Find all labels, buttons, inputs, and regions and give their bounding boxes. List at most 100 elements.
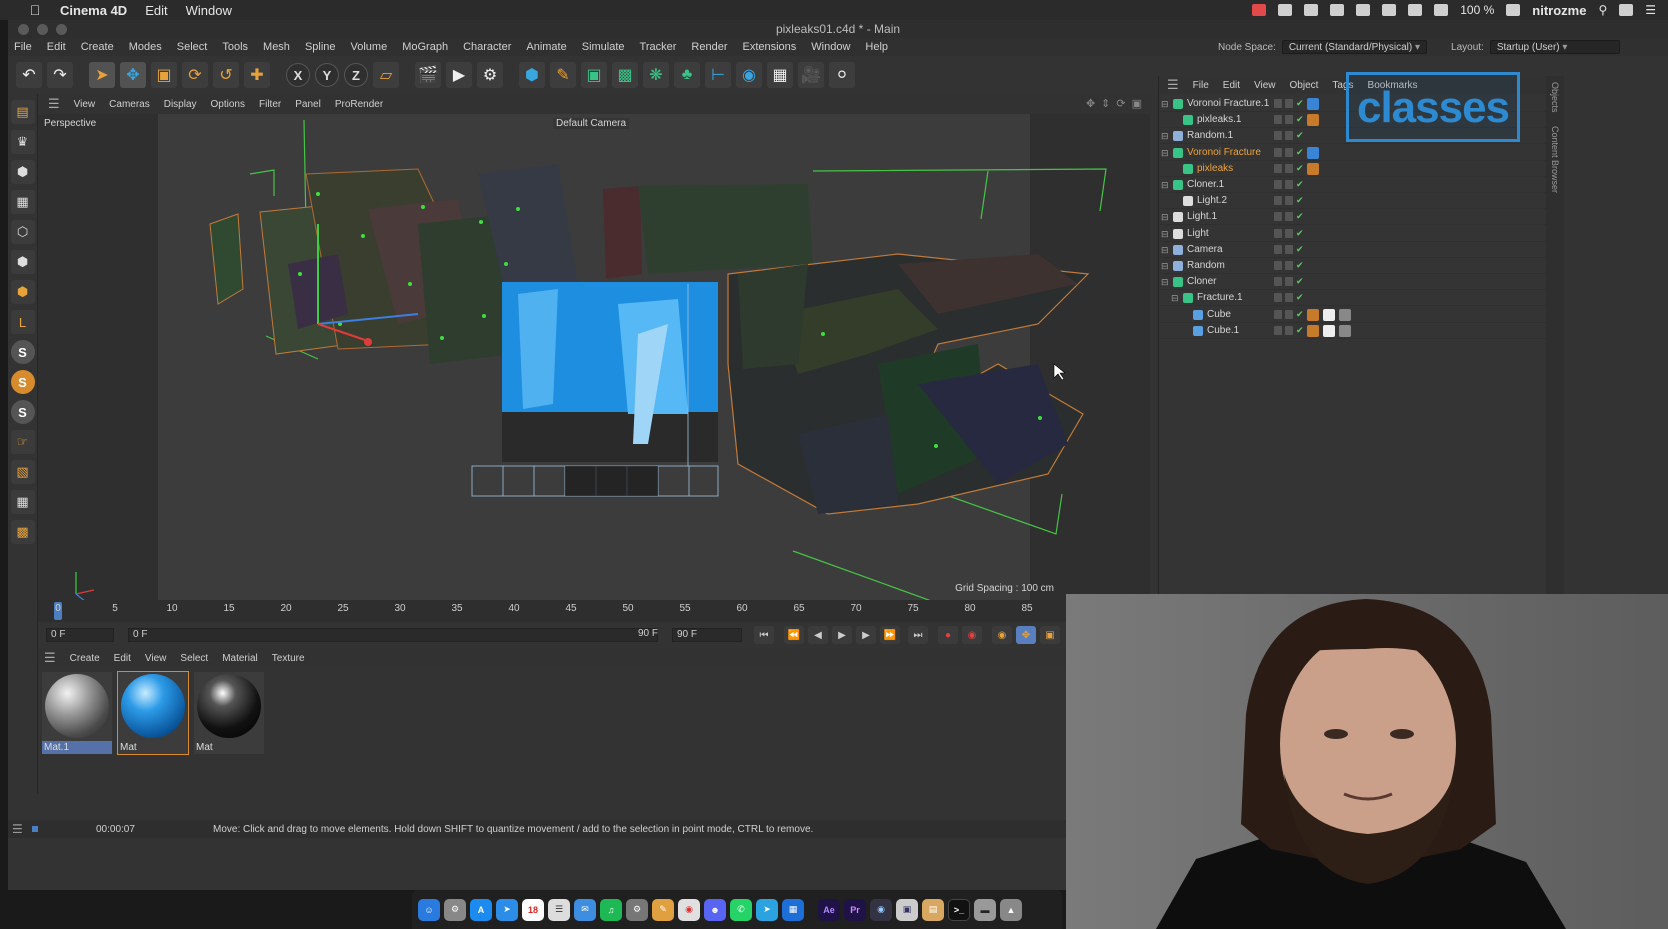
tweak-icon[interactable]: ☞ xyxy=(10,430,35,454)
archive-icon[interactable]: ▤ xyxy=(922,898,944,921)
menu-mograph[interactable]: MoGraph xyxy=(402,41,448,53)
enabled-check-icon[interactable]: ✔ xyxy=(1296,212,1304,221)
menu-edit[interactable]: Edit xyxy=(47,41,66,53)
viewport-menu-prorender[interactable]: ProRender xyxy=(335,99,383,110)
menu-select[interactable]: Select xyxy=(177,41,208,53)
visibility-icon[interactable] xyxy=(1285,212,1293,222)
grid-icon[interactable]: ▩ xyxy=(10,520,35,544)
subdivision-icon[interactable]: ▣ xyxy=(581,62,607,88)
material-menu-create[interactable]: Create xyxy=(70,653,100,664)
enabled-check-icon[interactable]: ✔ xyxy=(1296,163,1304,173)
telegram-icon[interactable]: ➤ xyxy=(756,898,778,921)
layer-icon[interactable] xyxy=(1274,325,1282,335)
menu-extensions[interactable]: Extensions xyxy=(742,41,796,53)
siri-icon[interactable] xyxy=(1619,4,1634,16)
visibility-icon[interactable] xyxy=(1285,99,1293,108)
axis-mode-icon[interactable]: L xyxy=(10,310,35,334)
goto-start-icon[interactable]: ⏮ xyxy=(754,626,774,644)
preview-start-field[interactable]: 0 F xyxy=(128,628,658,642)
node-space-select[interactable]: Current (Standard/Physical) xyxy=(1281,40,1428,54)
expand-toggle-icon[interactable]: ⊟ xyxy=(1161,274,1169,290)
zoom-window-icon[interactable] xyxy=(56,24,67,35)
layer-icon[interactable] xyxy=(1274,212,1282,222)
workplane-icon[interactable]: ▧ xyxy=(10,460,35,484)
make-editable-icon[interactable]: ▤ xyxy=(10,100,35,124)
layer-icon[interactable] xyxy=(1274,228,1282,238)
current-frame-field[interactable]: 0 F xyxy=(46,628,114,642)
layer-icon[interactable] xyxy=(1274,277,1282,287)
visibility-icon[interactable] xyxy=(1285,277,1293,287)
material-swatch[interactable]: Mat.1 xyxy=(42,672,112,754)
object-tag-icon[interactable] xyxy=(1307,114,1319,127)
object-row[interactable]: ⊟ Random ✔ xyxy=(1159,258,1547,274)
system-preferences-icon[interactable]: ⚙ xyxy=(626,898,648,921)
viewport-menu-panel[interactable]: Panel xyxy=(295,99,321,110)
workplane-snap-icon[interactable]: S xyxy=(10,400,35,424)
add-object-icon[interactable]: ✚ xyxy=(244,62,270,88)
light-tool-icon[interactable]: ⚪ xyxy=(829,62,855,88)
finder-icon[interactable]: ☺ xyxy=(418,898,440,921)
material-swatch[interactable]: Mat xyxy=(117,671,189,755)
object-row[interactable]: ⊟ Cloner ✔ xyxy=(1159,274,1547,291)
wifi-icon[interactable] xyxy=(1408,4,1423,16)
object-row[interactable]: pixleaks ✔ xyxy=(1159,161,1547,177)
layout-select[interactable]: Startup (User) xyxy=(1489,40,1620,54)
close-window-icon[interactable] xyxy=(18,24,29,35)
maximize-view-icon[interactable]: ▣ xyxy=(1132,97,1142,110)
object-row[interactable]: ⊟ Camera ✔ xyxy=(1159,242,1547,258)
menu-extra-icon[interactable] xyxy=(1278,4,1293,16)
menu-file[interactable]: File xyxy=(14,41,32,53)
material-tag-icon[interactable] xyxy=(1339,308,1351,321)
visibility-icon[interactable] xyxy=(1285,293,1293,303)
visibility-icon[interactable] xyxy=(1285,115,1293,125)
snap-icon[interactable]: S xyxy=(10,340,35,364)
max-frame-field[interactable]: 90 F xyxy=(672,628,742,642)
layer-icon[interactable] xyxy=(1274,163,1282,173)
visibility-icon[interactable] xyxy=(1285,309,1293,319)
menu-tools[interactable]: Tools xyxy=(222,41,248,53)
move-tool-icon[interactable]: ✥ xyxy=(120,62,146,88)
object-menu-file[interactable]: File xyxy=(1193,80,1209,91)
status-menu-icon[interactable]: ☰ xyxy=(12,822,23,836)
select-tool-icon[interactable]: ➤ xyxy=(89,62,115,88)
model-mode-icon[interactable]: ⬢ xyxy=(10,160,35,184)
chrome-icon[interactable]: ◉ xyxy=(678,898,700,921)
menu-character[interactable]: Character xyxy=(463,41,511,53)
notification-center-icon[interactable]: ☰ xyxy=(1645,3,1656,17)
screen-record-icon[interactable] xyxy=(1252,4,1267,16)
menu-mesh[interactable]: Mesh xyxy=(263,41,290,53)
prev-key-icon[interactable]: ⏪ xyxy=(784,626,804,644)
object-row[interactable]: ⊟ Fracture.1 ✔ xyxy=(1159,290,1547,307)
dashlane-icon[interactable] xyxy=(1330,4,1345,16)
tab-objects[interactable]: Objects xyxy=(1550,82,1560,113)
visibility-icon[interactable] xyxy=(1285,325,1293,335)
enabled-check-icon[interactable]: ✔ xyxy=(1296,131,1304,140)
material-menu-material[interactable]: Material xyxy=(222,653,258,664)
undo-icon[interactable]: ↶ xyxy=(16,62,42,88)
preview-end-field[interactable]: 90 F xyxy=(634,628,660,642)
expand-toggle-icon[interactable]: ⊟ xyxy=(1161,96,1169,112)
object-tag-icon[interactable] xyxy=(1307,146,1319,159)
material-swatch[interactable]: Mat xyxy=(194,672,264,754)
play-icon[interactable]: ▶ xyxy=(832,626,852,644)
mograph-icon[interactable]: ♣ xyxy=(674,62,700,88)
battery-percent[interactable]: 100 % xyxy=(1460,3,1494,17)
after-effects-icon[interactable]: Ae xyxy=(818,898,840,921)
trash-icon[interactable]: ▲ xyxy=(1000,898,1022,921)
volume-icon[interactable] xyxy=(1434,4,1449,16)
menu-volume[interactable]: Volume xyxy=(351,41,388,53)
scale-tool-icon[interactable]: ▣ xyxy=(151,62,177,88)
expand-toggle-icon[interactable]: ⊟ xyxy=(1161,177,1169,193)
render-settings-icon[interactable]: ⚙ xyxy=(477,62,503,88)
creative-cloud-icon[interactable] xyxy=(1304,4,1319,16)
object-tag-icon[interactable] xyxy=(1307,98,1319,110)
material-menu-edit[interactable]: Edit xyxy=(114,653,131,664)
object-row[interactable]: ⊟ Light ✔ xyxy=(1159,226,1547,242)
layer-icon[interactable] xyxy=(1274,131,1282,141)
enabled-check-icon[interactable]: ✔ xyxy=(1296,325,1304,335)
visibility-icon[interactable] xyxy=(1285,244,1293,254)
object-row[interactable]: Cube ✔ xyxy=(1159,307,1547,323)
menu-render[interactable]: Render xyxy=(691,41,727,53)
viewport-menu-options[interactable]: Options xyxy=(211,99,245,110)
airplay-icon[interactable] xyxy=(1382,4,1397,16)
